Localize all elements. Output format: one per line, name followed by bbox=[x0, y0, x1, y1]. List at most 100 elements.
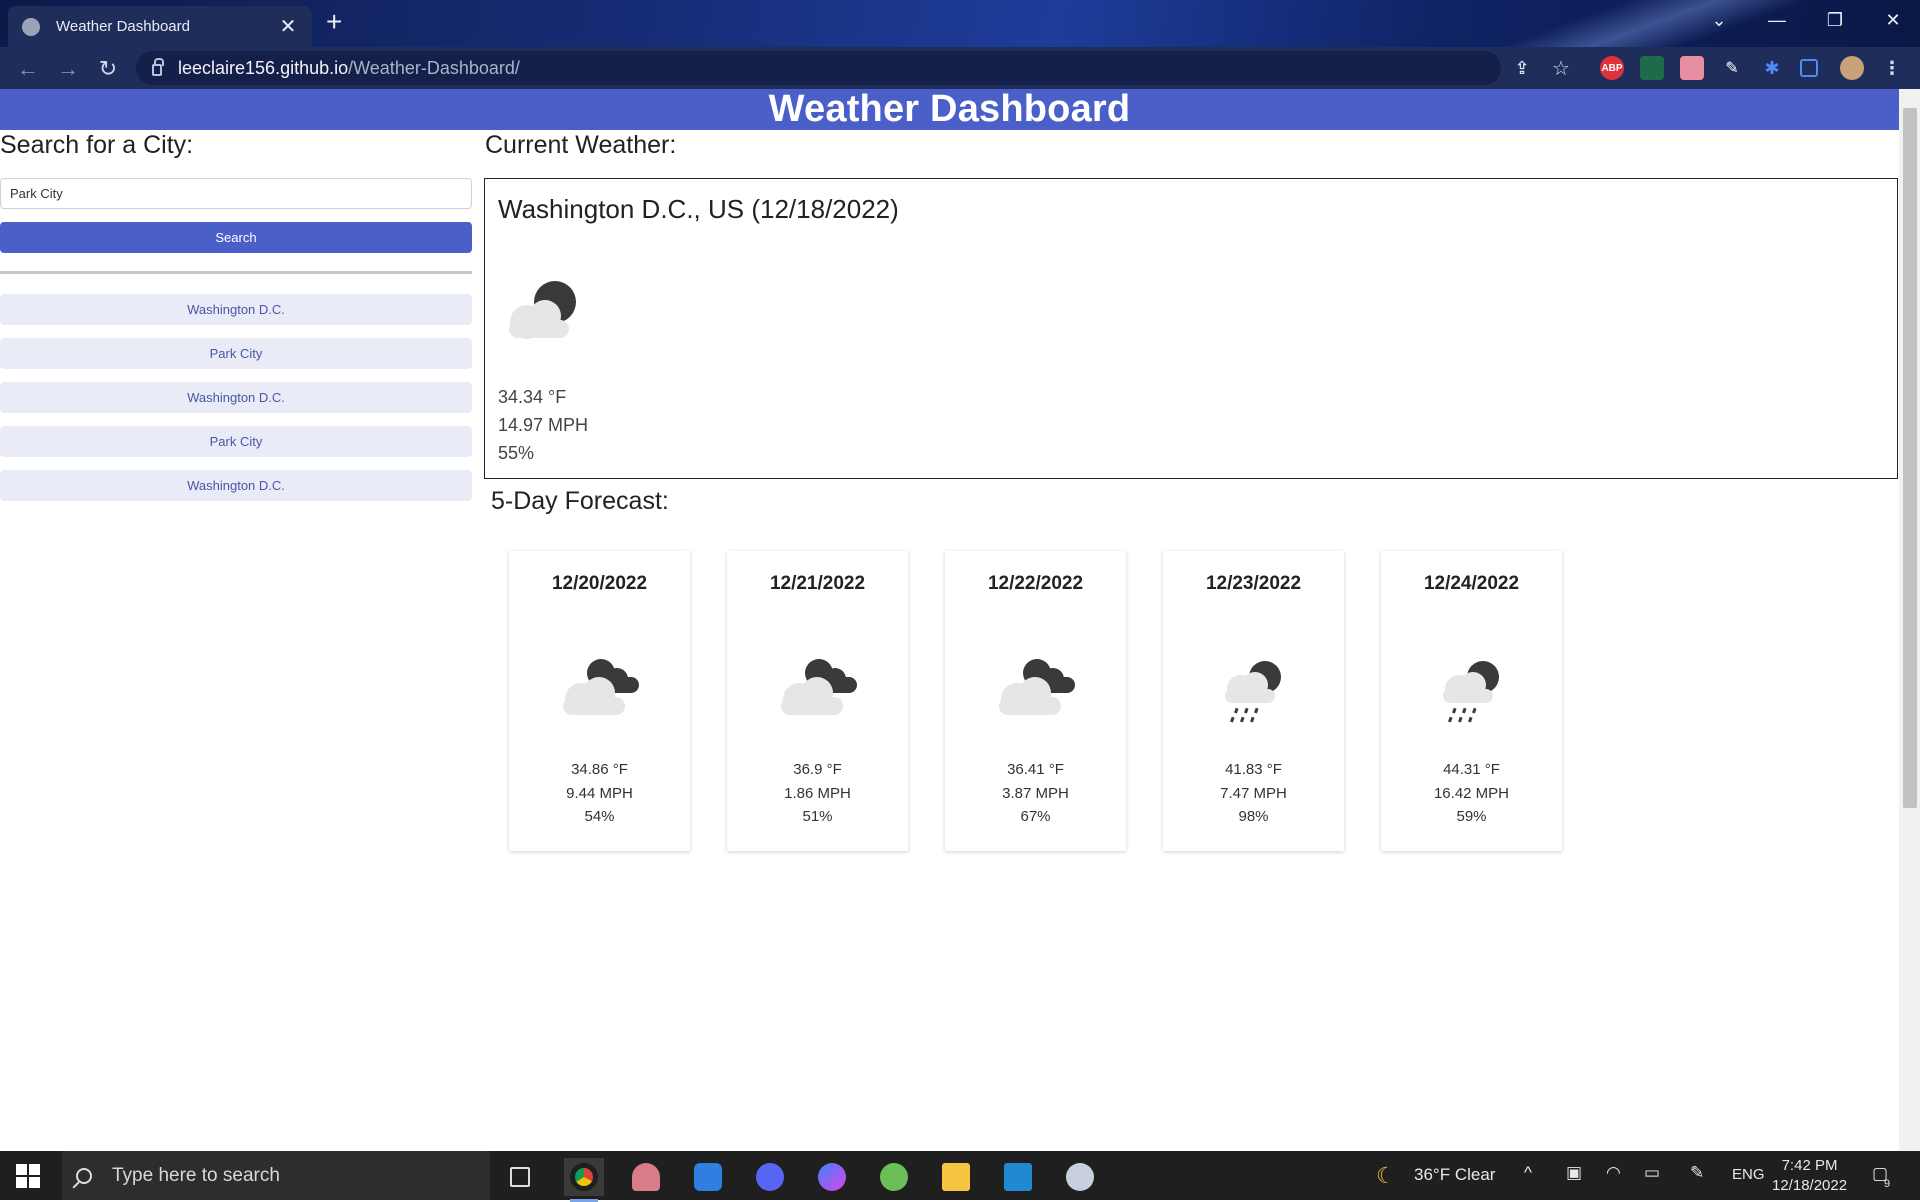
lock-icon bbox=[152, 58, 164, 76]
forecast-date: 12/20/2022 bbox=[551, 573, 648, 594]
site-header: Weather Dashboard bbox=[0, 89, 1899, 130]
forecast-humidity: 59% bbox=[1456, 808, 1487, 825]
clock-time: 7:42 PM bbox=[1781, 1157, 1838, 1174]
app-parachute-icon[interactable] bbox=[626, 1158, 666, 1196]
forecast-card: 12/21/2022 36.9 °F 1.86 MPH 51% bbox=[727, 551, 908, 851]
url-host: leeclaire156.github.io bbox=[178, 57, 349, 78]
forecast-temp: 36.41 °F bbox=[1007, 761, 1064, 778]
night-rain-icon bbox=[1225, 661, 1281, 723]
wifi-icon[interactable]: ◠ bbox=[1606, 1163, 1621, 1183]
moon-icon: ☾ bbox=[1376, 1163, 1396, 1188]
forecast-temp: 34.86 °F bbox=[571, 761, 628, 778]
paint-icon[interactable] bbox=[1060, 1158, 1100, 1196]
task-view-icon[interactable] bbox=[500, 1158, 540, 1196]
forecast-temp: 36.9 °F bbox=[793, 761, 842, 778]
web-page: Weather Dashboard Search for a City: Sea… bbox=[0, 89, 1899, 1151]
address-bar[interactable]: leeclaire156.github.io/Weather-Dashboard… bbox=[136, 51, 1501, 85]
forecast-humidity: 98% bbox=[1238, 808, 1269, 825]
messenger-icon[interactable] bbox=[812, 1158, 852, 1196]
forecast-temp: 44.31 °F bbox=[1443, 761, 1500, 778]
history-city-button[interactable]: Washington D.C. bbox=[0, 470, 472, 501]
minimize-icon[interactable]: — bbox=[1748, 0, 1806, 40]
history-city-button[interactable]: Washington D.C. bbox=[0, 294, 472, 325]
night-rain-icon bbox=[1443, 661, 1499, 723]
history-city-button[interactable]: Park City bbox=[0, 338, 472, 369]
forecast-card: 12/22/2022 36.41 °F 3.87 MPH 67% bbox=[945, 551, 1126, 851]
forecast-stats: 34.86 °F 9.44 MPH 54% bbox=[509, 758, 690, 829]
current-weather-heading: Current Weather: bbox=[485, 131, 677, 159]
forecast-date: 12/23/2022 bbox=[1205, 573, 1302, 594]
close-window-icon[interactable]: ✕ bbox=[1864, 0, 1920, 40]
language-indicator[interactable]: ENG bbox=[1732, 1166, 1765, 1183]
weather-widget[interactable]: 36°F Clear bbox=[1414, 1165, 1495, 1185]
current-wind: 14.97 MPH bbox=[498, 415, 589, 435]
file-explorer-icon[interactable] bbox=[936, 1158, 976, 1196]
current-humidity: 55% bbox=[498, 443, 535, 463]
extensions-puzzle-icon[interactable]: ✱ bbox=[1760, 56, 1784, 80]
search-history-list: Washington D.C. Park City Washington D.C… bbox=[0, 294, 472, 514]
forecast-card: 12/23/2022 41.83 °F 7.47 MPH 98% bbox=[1163, 551, 1344, 851]
restore-icon[interactable]: ❐ bbox=[1806, 0, 1864, 40]
back-arrow-icon[interactable]: ← bbox=[14, 55, 42, 83]
app-globe-icon[interactable] bbox=[874, 1158, 914, 1196]
globe-favicon-icon bbox=[22, 17, 40, 36]
chrome-icon[interactable] bbox=[564, 1158, 604, 1202]
forecast-date: 12/21/2022 bbox=[769, 573, 866, 594]
windows-start-icon[interactable] bbox=[16, 1164, 40, 1188]
chevron-up-icon[interactable]: ^ bbox=[1524, 1163, 1532, 1183]
bookmark-star-icon[interactable]: ☆ bbox=[1549, 56, 1573, 80]
adblock-icon[interactable]: ABP bbox=[1600, 56, 1624, 80]
vscode-icon[interactable] bbox=[998, 1158, 1038, 1196]
search-icon bbox=[76, 1167, 92, 1184]
display-icon[interactable]: ▣ bbox=[1566, 1163, 1582, 1183]
forecast-card: 12/20/2022 34.86 °F 9.44 MPH 54% bbox=[509, 551, 690, 851]
menu-kebab-icon[interactable]: ⋮ bbox=[1880, 56, 1904, 80]
search-button[interactable]: Search bbox=[0, 222, 472, 253]
forecast-humidity: 51% bbox=[802, 808, 833, 825]
battery-icon[interactable]: ▭ bbox=[1644, 1163, 1660, 1183]
extension-pink-icon[interactable] bbox=[1680, 56, 1704, 80]
side-panel-icon[interactable] bbox=[1800, 59, 1818, 77]
system-clock[interactable]: 7:42 PM 12/18/2022 bbox=[1772, 1156, 1847, 1196]
forward-arrow-icon[interactable]: → bbox=[54, 55, 82, 83]
new-tab-button[interactable]: + bbox=[326, 6, 342, 38]
forecast-wind: 16.42 MPH bbox=[1433, 784, 1510, 802]
current-temp: 34.34 °F bbox=[498, 387, 567, 407]
night-broken-clouds-icon bbox=[781, 659, 857, 715]
extension-green-icon[interactable] bbox=[1640, 56, 1664, 80]
forecast-stats: 36.41 °F 3.87 MPH 67% bbox=[945, 758, 1126, 829]
clock-date: 12/18/2022 bbox=[1772, 1177, 1848, 1194]
profile-avatar[interactable] bbox=[1840, 56, 1864, 80]
scrollbar-thumb[interactable] bbox=[1903, 108, 1917, 808]
sidebar-divider bbox=[0, 271, 472, 274]
forecast-date: 12/22/2022 bbox=[987, 573, 1084, 594]
tab-title: Weather Dashboard bbox=[56, 18, 190, 35]
search-heading: Search for a City: bbox=[0, 131, 194, 159]
share-icon[interactable]: ⇪ bbox=[1510, 56, 1534, 80]
forecast-stats: 41.83 °F 7.47 MPH 98% bbox=[1163, 758, 1344, 829]
current-weather-card: Washington D.C., US (12/18/2022) 34.34 °… bbox=[484, 178, 1898, 479]
forecast-row: 12/20/2022 34.86 °F 9.44 MPH 54% 12/21/2… bbox=[509, 551, 1562, 851]
forecast-wind: 1.86 MPH bbox=[784, 784, 851, 802]
forecast-wind: 3.87 MPH bbox=[1002, 784, 1069, 802]
forecast-date: 12/24/2022 bbox=[1423, 573, 1520, 594]
windows-taskbar: Type here to search ☾ 36°F Clear ^ ▣ ◠ ▭… bbox=[0, 1151, 1920, 1202]
history-city-button[interactable]: Park City bbox=[0, 426, 472, 457]
night-broken-clouds-icon bbox=[999, 659, 1075, 715]
browser-tab-active[interactable]: Weather Dashboard ✕ bbox=[8, 6, 312, 47]
forecast-wind: 9.44 MPH bbox=[566, 784, 633, 802]
close-tab-icon[interactable]: ✕ bbox=[278, 14, 298, 39]
pen-icon[interactable]: ✎ bbox=[1690, 1163, 1704, 1183]
taskbar-search-box[interactable]: Type here to search bbox=[62, 1151, 490, 1200]
city-search-input[interactable] bbox=[0, 178, 472, 209]
extension-pen-icon[interactable]: ✎ bbox=[1720, 56, 1744, 80]
reload-icon[interactable]: ↻ bbox=[94, 55, 122, 83]
taskbar-search-placeholder: Type here to search bbox=[112, 1164, 280, 1186]
forecast-heading: 5-Day Forecast: bbox=[491, 487, 669, 515]
calendar-icon[interactable] bbox=[688, 1158, 728, 1196]
url-path: /Weather-Dashboard/ bbox=[348, 57, 520, 78]
forecast-stats: 44.31 °F 16.42 MPH 59% bbox=[1381, 758, 1562, 829]
tab-search-icon[interactable]: ⌄ bbox=[1690, 0, 1748, 40]
history-city-button[interactable]: Washington D.C. bbox=[0, 382, 472, 413]
discord-icon[interactable] bbox=[750, 1158, 790, 1196]
